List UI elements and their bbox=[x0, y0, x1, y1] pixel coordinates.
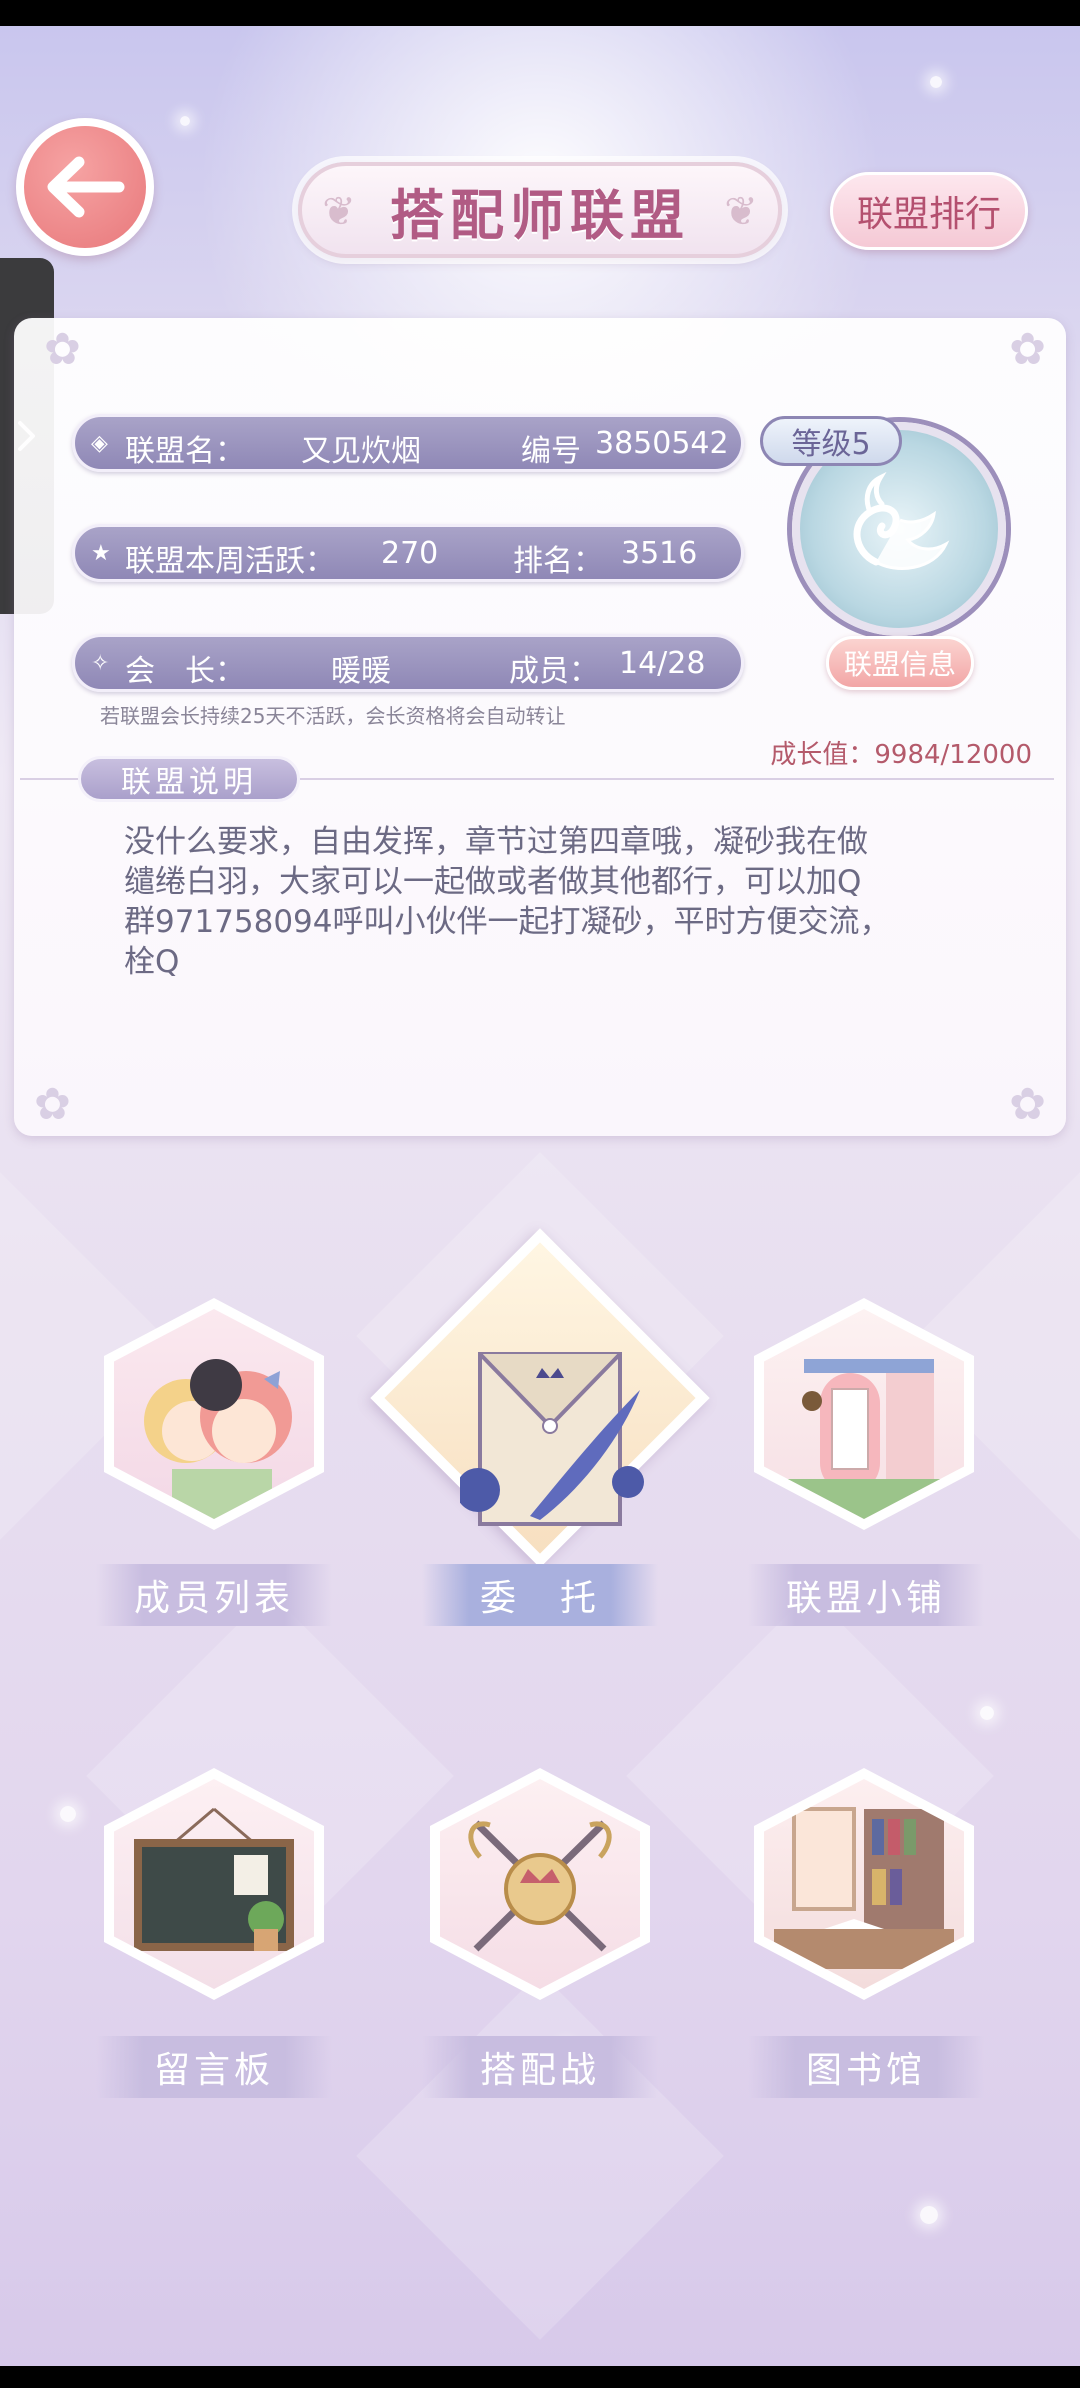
envelope-quill-icon bbox=[460, 1352, 644, 1526]
status-bar bbox=[0, 0, 1080, 26]
weekly-activity-row: ★ 联盟本周活跃： 270 排名： 3516 bbox=[72, 524, 744, 582]
members-list-label[interactable]: 成员列表 bbox=[96, 1564, 332, 1626]
navigation-bar bbox=[0, 2366, 1080, 2388]
shop-art bbox=[764, 1309, 964, 1519]
battle-art bbox=[440, 1779, 640, 1989]
message-board-label[interactable]: 留言板 bbox=[96, 2036, 332, 2098]
sparkle bbox=[60, 1806, 76, 1822]
page-title: 搭配师联盟 bbox=[390, 183, 690, 247]
flourish-icon: ❦ bbox=[724, 189, 758, 235]
styling-battle-label[interactable]: 搭配战 bbox=[422, 2036, 658, 2098]
members-value: 14/28 bbox=[619, 646, 706, 681]
back-button[interactable] bbox=[16, 118, 154, 256]
alliance-shop-label[interactable]: 联盟小铺 bbox=[748, 1564, 984, 1626]
shop-icon bbox=[764, 1359, 964, 1519]
sparkle bbox=[180, 116, 190, 126]
sparkle bbox=[920, 2206, 938, 2224]
chalkboard-icon bbox=[134, 1807, 294, 1951]
activity-value: 270 bbox=[381, 536, 439, 571]
bg-diamond bbox=[356, 1972, 724, 2340]
star-icon: ★ bbox=[91, 541, 111, 566]
members-art bbox=[114, 1309, 314, 1519]
alliance-description: 没什么要求，自由发挥，章节过第四章哦，凝砂我在做 缱绻白羽，大家可以一起做或者做… bbox=[124, 824, 891, 980]
swan-emblem-icon bbox=[853, 471, 950, 570]
alliance-ranking-button[interactable]: 联盟排行 bbox=[830, 172, 1028, 250]
board-art bbox=[114, 1779, 314, 1989]
alliance-name-value: 又见炊烟 bbox=[301, 434, 421, 469]
flourish-icon: ❦ bbox=[322, 189, 356, 235]
crossed-swords-crest-icon bbox=[468, 1820, 612, 1952]
two-girls-icon bbox=[144, 1359, 292, 1519]
alliance-level-badge: 等级5 bbox=[760, 416, 902, 466]
bookshelf-icon bbox=[774, 1807, 954, 1969]
rank-value: 3516 bbox=[621, 536, 698, 571]
corner-ornament-icon: ✿ bbox=[34, 1079, 71, 1130]
commission-label[interactable]: 委 托 bbox=[422, 1564, 658, 1626]
activity-label: 联盟本周活跃： bbox=[125, 544, 335, 579]
members-label: 成员： bbox=[509, 654, 599, 689]
growth-value: 成长值：9984/12000 bbox=[770, 740, 1032, 770]
leader-value: 暖暖 bbox=[331, 654, 391, 689]
description-title: 联盟说明 bbox=[78, 756, 300, 802]
alliance-id-label: 编号 bbox=[521, 434, 581, 469]
alliance-info-button[interactable]: 联盟信息 bbox=[826, 636, 974, 690]
corner-ornament-icon: ✿ bbox=[1009, 324, 1046, 375]
corner-ornament-icon: ✿ bbox=[1009, 1079, 1046, 1130]
sparkle bbox=[930, 76, 942, 88]
alliance-name-label: 联盟名： bbox=[125, 434, 245, 469]
leader-transfer-notice: 若联盟会长持续25天不活跃，会长资格将会自动转让 bbox=[100, 704, 566, 728]
alliance-name-row: ◈ 联盟名： 又见炊烟 编号 3850542 bbox=[72, 414, 744, 472]
alliance-id-value: 3850542 bbox=[595, 426, 729, 461]
leader-label: 会 长： bbox=[125, 654, 245, 689]
sparkle bbox=[980, 1706, 994, 1720]
back-arrow-icon bbox=[47, 156, 125, 218]
rank-label: 排名： bbox=[513, 544, 603, 579]
corner-ornament-icon: ✿ bbox=[44, 324, 81, 375]
leader-row: ✧ 会 长： 暖暖 成员： 14/28 bbox=[72, 634, 744, 692]
library-label[interactable]: 图书馆 bbox=[748, 2036, 984, 2098]
library-art bbox=[764, 1779, 964, 1989]
shield-icon: ◈ bbox=[91, 431, 108, 456]
sparkle-icon: ✧ bbox=[91, 651, 110, 676]
title-plate: ❦ 搭配师联盟 ❦ bbox=[298, 162, 782, 258]
